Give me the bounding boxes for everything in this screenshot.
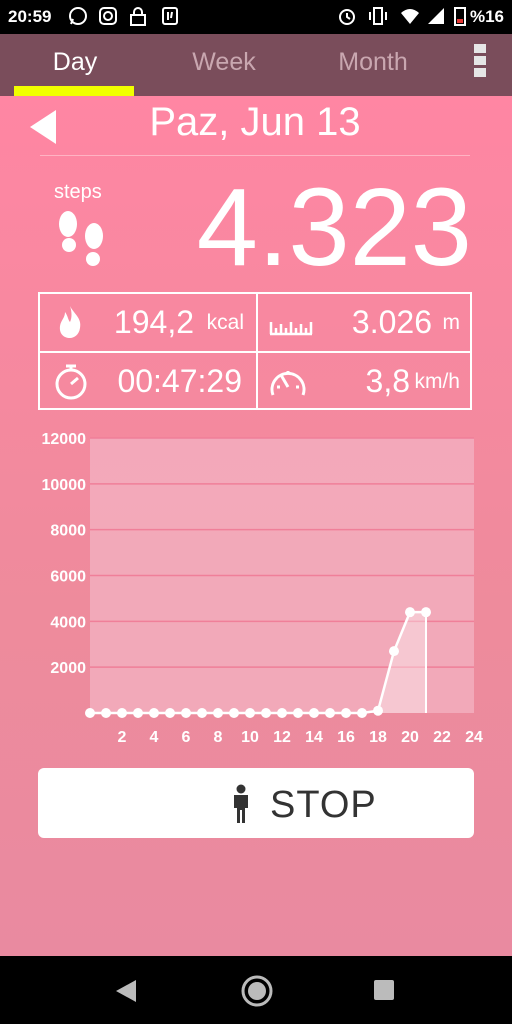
steps-chart: 200040006000800010000120002 4 6 8 10 12 14 16 18… <box>42 431 484 746</box>
speed-unit: km/h <box>414 370 460 393</box>
home-icon[interactable] <box>240 974 274 1008</box>
chart-data-point <box>149 708 159 718</box>
speed-cell: 3,8 km/h <box>256 353 472 410</box>
chart-data-point <box>277 708 287 718</box>
chart-x-tick-label: 16 <box>337 729 355 746</box>
calories-unit: kcal <box>206 311 244 334</box>
battery-percent: %16 <box>469 7 504 26</box>
chart-x-tick-label: 14 <box>305 729 323 746</box>
overflow-menu-icon[interactable] <box>470 44 490 84</box>
chart-data-point <box>261 708 271 718</box>
chart-y-tick-label: 12000 <box>42 431 87 448</box>
chart-y-tick-label: 6000 <box>50 569 86 586</box>
active-tab-indicator <box>14 86 134 96</box>
chart-data-point <box>101 708 111 718</box>
back-icon[interactable] <box>114 978 138 1004</box>
flame-icon <box>59 306 81 338</box>
system-nav-bar <box>0 956 512 1024</box>
calories-cell: 194,2 kcal <box>40 294 256 351</box>
steps-label: steps <box>54 181 102 203</box>
chart-x-tick-label: 2 <box>118 729 127 746</box>
chart-data-point <box>133 708 143 718</box>
chart-y-tick-label: 10000 <box>42 477 87 494</box>
signal-icon <box>428 8 444 24</box>
distance-cell: 3.026 m <box>256 294 472 351</box>
chart-data-point <box>181 708 191 718</box>
duration-cell: 00:47:29 <box>40 353 256 410</box>
alarm-icon <box>339 9 355 25</box>
chart-x-tick-label: 12 <box>273 729 291 746</box>
speedometer-icon <box>270 371 306 396</box>
chart-data-point <box>421 607 431 618</box>
chart-data-point <box>229 708 239 718</box>
stats-grid: 194,2 kcal 3.026 m 00:47:29 3,8 km/h <box>38 292 472 410</box>
status-time: 20:59 <box>8 7 52 26</box>
calories-value: 194,2 <box>113 304 194 340</box>
chart-data-point <box>341 708 351 718</box>
tab-week[interactable]: Week <box>149 34 299 96</box>
date-title: Paz, Jun 13 <box>149 100 361 144</box>
chart-data-point <box>389 646 399 657</box>
whatsapp-icon <box>69 7 87 25</box>
chart-data-point <box>85 708 95 718</box>
chart-data-point <box>165 708 175 718</box>
chart-x-tick-label: 22 <box>433 729 451 746</box>
status-bar: 20:59 %16 <box>0 0 512 34</box>
chart-data-point <box>325 708 335 718</box>
chart-x-tick-label: 10 <box>241 729 259 746</box>
chart-data-point <box>117 708 127 718</box>
chart-data-point <box>309 708 319 718</box>
vibrate-icon <box>369 7 387 25</box>
battery-icon <box>454 7 466 26</box>
tab-month[interactable]: Month <box>298 34 448 96</box>
stop-button[interactable]: STOP <box>38 768 474 838</box>
distance-unit: m <box>442 311 461 334</box>
chart-data-point <box>373 705 383 716</box>
app-notification-icon <box>162 7 178 25</box>
chart-data-point <box>405 607 415 618</box>
previous-day-arrow-icon[interactable] <box>30 110 56 144</box>
chart-x-tick-label: 4 <box>150 729 159 746</box>
chart-x-tick-label: 24 <box>465 729 483 746</box>
distance-value: 3.026 <box>351 304 432 340</box>
chart-y-tick-label: 2000 <box>50 660 86 677</box>
chart-y-tick-label: 4000 <box>50 614 86 631</box>
ruler-icon <box>269 322 313 336</box>
instagram-icon <box>99 7 117 25</box>
lock-icon <box>130 7 146 26</box>
divider <box>40 155 470 156</box>
step-count: 4.323 <box>196 166 472 289</box>
chart-data-point <box>213 708 223 718</box>
stop-button-label: STOP <box>270 784 377 826</box>
walking-person-icon <box>234 784 248 823</box>
chart-data-point <box>197 708 207 718</box>
chart-x-tick-label: 18 <box>369 729 387 746</box>
stopwatch-icon <box>55 364 87 400</box>
chart-data-point <box>357 708 367 718</box>
duration-value: 00:47:29 <box>117 363 242 399</box>
chart-data-point <box>293 708 303 718</box>
chart-x-tick-label: 20 <box>401 729 419 746</box>
recents-icon[interactable] <box>372 978 396 1002</box>
chart-x-tick-label: 8 <box>214 729 223 746</box>
wifi-icon <box>401 9 419 24</box>
footsteps-icon <box>59 211 103 266</box>
speed-value: 3,8 <box>365 363 410 399</box>
chart-y-tick-label: 8000 <box>50 523 86 540</box>
chart-data-point <box>245 708 255 718</box>
chart-x-tick-label: 6 <box>182 729 191 746</box>
